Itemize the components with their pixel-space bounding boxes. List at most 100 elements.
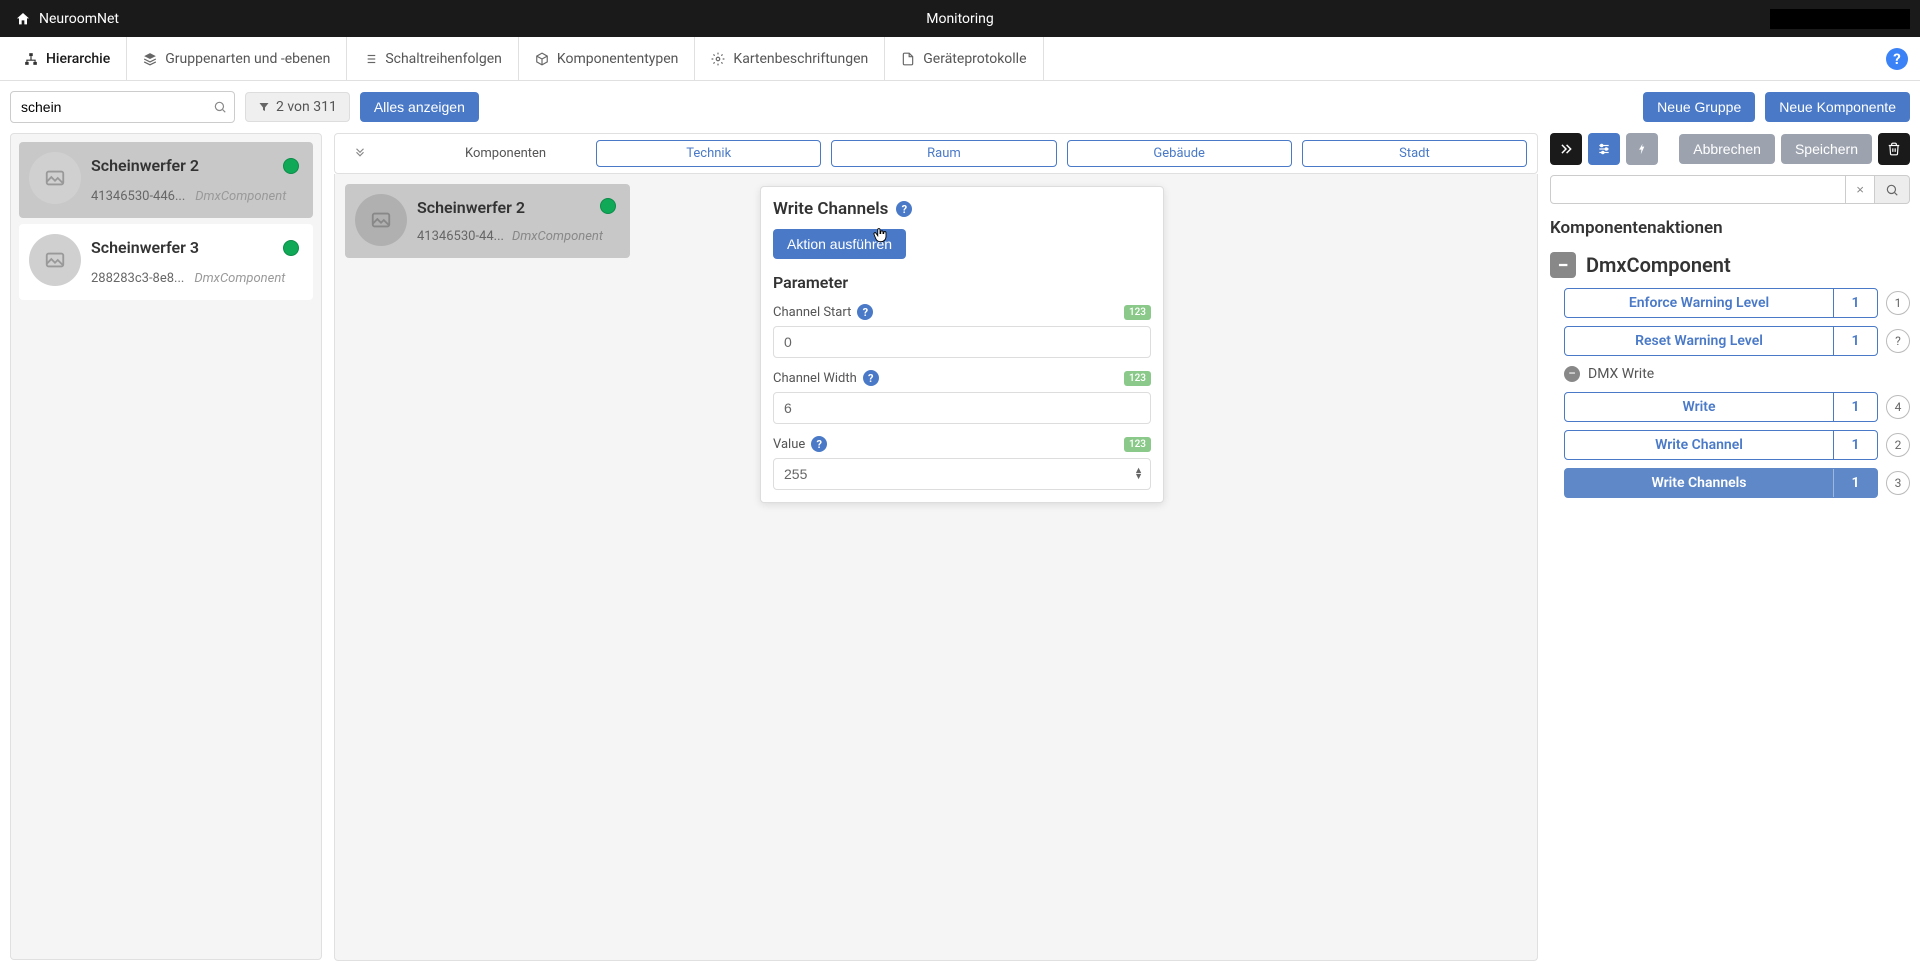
param-label-row: Channel Start? 123 — [773, 304, 1151, 320]
action-write-channels[interactable]: Write Channels 1 — [1564, 468, 1878, 498]
new-component-button[interactable]: Neue Komponente — [1765, 92, 1910, 122]
card-id: 288283c3-8e8... — [91, 271, 184, 286]
help-icon[interactable]: ? — [857, 304, 873, 320]
channel-width-input[interactable] — [773, 392, 1151, 424]
filter-icon — [258, 101, 270, 113]
main: Scheinwerfer 2 41346530-446...DmxCompone… — [0, 133, 1920, 970]
search-icon[interactable] — [1875, 175, 1910, 204]
save-button[interactable]: Speichern — [1781, 134, 1872, 164]
action-badge[interactable]: 4 — [1886, 395, 1910, 419]
list-item[interactable]: Scheinwerfer 3 288283c3-8e8...DmxCompone… — [19, 224, 313, 300]
tab-label: Geräteprotokolle — [923, 51, 1026, 67]
search-wrap — [10, 91, 235, 123]
tab-label: Schaltreihenfolgen — [385, 51, 502, 67]
brand[interactable]: NeuroomNet — [15, 11, 119, 27]
action-row: Write 1 4 — [1564, 392, 1910, 422]
action-badge[interactable]: 2 — [1886, 433, 1910, 457]
right-toolbar: Abbrechen Speichern — [1550, 133, 1910, 165]
tab-schaltreihenfolgen[interactable]: Schaltreihenfolgen — [347, 37, 519, 81]
card-title: Scheinwerfer 2 — [417, 198, 616, 217]
expand-icon[interactable] — [1550, 133, 1582, 165]
tab-gruppenarten[interactable]: Gruppenarten und -ebenen — [127, 37, 347, 81]
selected-component-card[interactable]: Scheinwerfer 2 41346530-44...DmxComponen… — [345, 184, 630, 258]
komponenten-label: Komponenten — [465, 146, 546, 161]
action-name: Write Channel — [1565, 431, 1833, 459]
home-icon — [15, 11, 31, 27]
collapse-all-icon[interactable] — [345, 143, 375, 165]
param-label: Channel Width — [773, 371, 857, 386]
value-input[interactable] — [773, 458, 1151, 490]
help-icon[interactable]: ? — [1886, 48, 1908, 70]
new-group-button[interactable]: Neue Gruppe — [1643, 92, 1755, 122]
trash-icon[interactable] — [1878, 133, 1910, 165]
card-title: Scheinwerfer 3 — [91, 238, 299, 257]
param-label-row: Value? 123 — [773, 436, 1151, 452]
sliders-icon[interactable] — [1588, 133, 1620, 165]
level-technik[interactable]: Technik — [596, 140, 821, 167]
action-popup: Write Channels? Aktion ausführen Paramet… — [760, 186, 1164, 503]
brand-label: NeuroomNet — [39, 11, 119, 27]
action-badge[interactable]: 3 — [1886, 471, 1910, 495]
cursor-icon — [871, 224, 889, 246]
left-panel: Scheinwerfer 2 41346530-446...DmxCompone… — [10, 133, 322, 960]
search-icon[interactable] — [213, 100, 227, 114]
tab-hierarchie[interactable]: Hierarchie — [8, 37, 127, 81]
sitemap-icon — [24, 52, 38, 66]
cube-icon — [535, 52, 549, 66]
status-dot — [283, 240, 299, 256]
action-row: Enforce Warning Level 1 1 — [1564, 288, 1910, 318]
list-item[interactable]: Scheinwerfer 2 41346530-446...DmxCompone… — [19, 142, 313, 218]
middle-header: Komponenten Technik Raum Gebäude Stadt — [334, 133, 1538, 174]
image-placeholder-icon — [29, 234, 81, 286]
cancel-button[interactable]: Abbrechen — [1679, 134, 1775, 164]
clear-icon[interactable]: × — [1846, 175, 1875, 204]
tab-kartenbeschriftungen[interactable]: Kartenbeschriftungen — [695, 37, 885, 81]
action-enforce-warning[interactable]: Enforce Warning Level 1 — [1564, 288, 1878, 318]
action-list: Enforce Warning Level 1 1 Reset Warning … — [1550, 288, 1910, 498]
action-name: Write — [1565, 393, 1833, 421]
redacted-box — [1770, 9, 1910, 29]
show-all-button[interactable]: Alles anzeigen — [360, 92, 479, 122]
tab-label: Hierarchie — [46, 51, 110, 67]
action-badge[interactable]: ? — [1886, 329, 1910, 353]
status-dot — [600, 198, 616, 214]
help-icon[interactable]: ? — [863, 370, 879, 386]
run-icon[interactable] — [1626, 133, 1658, 165]
level-stadt[interactable]: Stadt — [1302, 140, 1527, 167]
navbar: Hierarchie Gruppenarten und -ebenen Scha… — [0, 37, 1920, 81]
tab-geraeteprotokolle[interactable]: Geräteprotokolle — [885, 37, 1043, 81]
card-type: DmxComponent — [512, 229, 603, 244]
parameter-heading: Parameter — [773, 273, 1151, 292]
help-icon[interactable]: ? — [896, 201, 912, 217]
list-icon — [363, 52, 377, 66]
action-count: 1 — [1833, 469, 1877, 497]
spinner-icon[interactable]: ▲▼ — [1134, 468, 1143, 480]
action-reset-warning[interactable]: Reset Warning Level 1 — [1564, 326, 1878, 356]
action-search-input[interactable] — [1550, 175, 1846, 204]
card-type: DmxComponent — [195, 189, 286, 204]
search-input[interactable] — [10, 91, 235, 123]
component-type-header[interactable]: − DmxComponent — [1550, 252, 1910, 278]
action-count: 1 — [1833, 431, 1877, 459]
action-row: Write Channel 1 2 — [1564, 430, 1910, 460]
tab-komponententypen[interactable]: Komponententypen — [519, 37, 696, 81]
action-badge[interactable]: 1 — [1886, 291, 1910, 315]
component-type-label: DmxComponent — [1586, 253, 1731, 277]
channel-start-input[interactable] — [773, 326, 1151, 358]
action-write-channel[interactable]: Write Channel 1 — [1564, 430, 1878, 460]
file-icon — [901, 52, 915, 66]
type-badge: 123 — [1124, 371, 1151, 386]
filter-count[interactable]: 2 von 311 — [245, 92, 350, 122]
level-raum[interactable]: Raum — [831, 140, 1056, 167]
action-name: Reset Warning Level — [1565, 327, 1833, 355]
popup-title: Write Channels? — [773, 199, 1151, 219]
action-write[interactable]: Write 1 — [1564, 392, 1878, 422]
layers-icon — [143, 52, 157, 66]
sub-group-label: DMX Write — [1588, 366, 1654, 382]
sub-group-header[interactable]: − DMX Write — [1564, 366, 1910, 382]
level-gebaeude[interactable]: Gebäude — [1067, 140, 1292, 167]
action-count: 1 — [1833, 289, 1877, 317]
tab-label: Komponententypen — [557, 51, 679, 67]
help-icon[interactable]: ? — [811, 436, 827, 452]
page-title: Monitoring — [926, 11, 994, 27]
